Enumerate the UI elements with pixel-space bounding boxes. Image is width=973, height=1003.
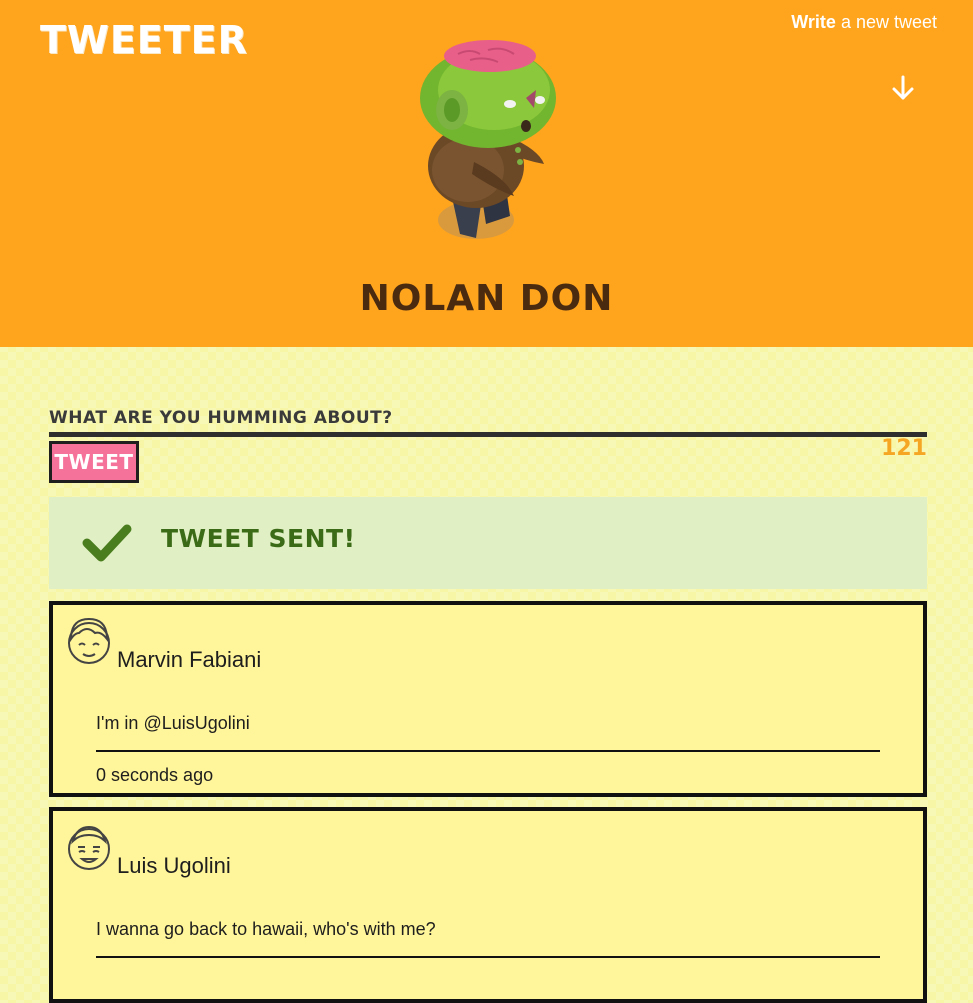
arrow-down-icon[interactable] [889, 74, 917, 102]
tweet-divider [96, 956, 880, 958]
char-counter: 121 [881, 436, 927, 461]
brand-logo[interactable]: TWEETER [40, 18, 248, 62]
tweet-author[interactable]: Marvin Fabiani [117, 647, 261, 673]
user-face-icon [68, 617, 110, 664]
tweet-text: I'm in @LuisUgolini [96, 713, 250, 733]
tweet-button[interactable]: TWEET [49, 441, 139, 483]
tweet-card: Marvin Fabiani I'm in @LuisUgolini 0 sec… [49, 601, 927, 797]
user-face-icon [68, 825, 110, 870]
tweet-timestamp: 0 seconds ago [96, 765, 214, 785]
profile-name: NOLAN DON [359, 278, 614, 319]
write-tweet-link-rest[interactable]: a new tweet [841, 12, 937, 32]
tweet-divider [96, 750, 880, 752]
compose-label: WHAT ARE YOU HUMMING ABOUT? [49, 408, 393, 428]
compose-textarea[interactable] [49, 432, 927, 437]
tweet-author[interactable]: Luis Ugolini [117, 853, 231, 879]
checkmark-icon [82, 524, 132, 562]
alert-message: TWEET SENT! [161, 524, 356, 553]
write-tweet-link[interactable]: Write a new tweet [791, 12, 937, 33]
zombie-character-icon [420, 40, 556, 239]
tweet-card: Luis Ugolini I wanna go back to hawaii, … [49, 807, 927, 1003]
tweet-sent-alert: TWEET SENT! [49, 497, 927, 589]
write-tweet-link-strong[interactable]: Write [791, 12, 836, 32]
page-header: TWEETER Write a new tweet NOLAN DON [0, 0, 973, 347]
